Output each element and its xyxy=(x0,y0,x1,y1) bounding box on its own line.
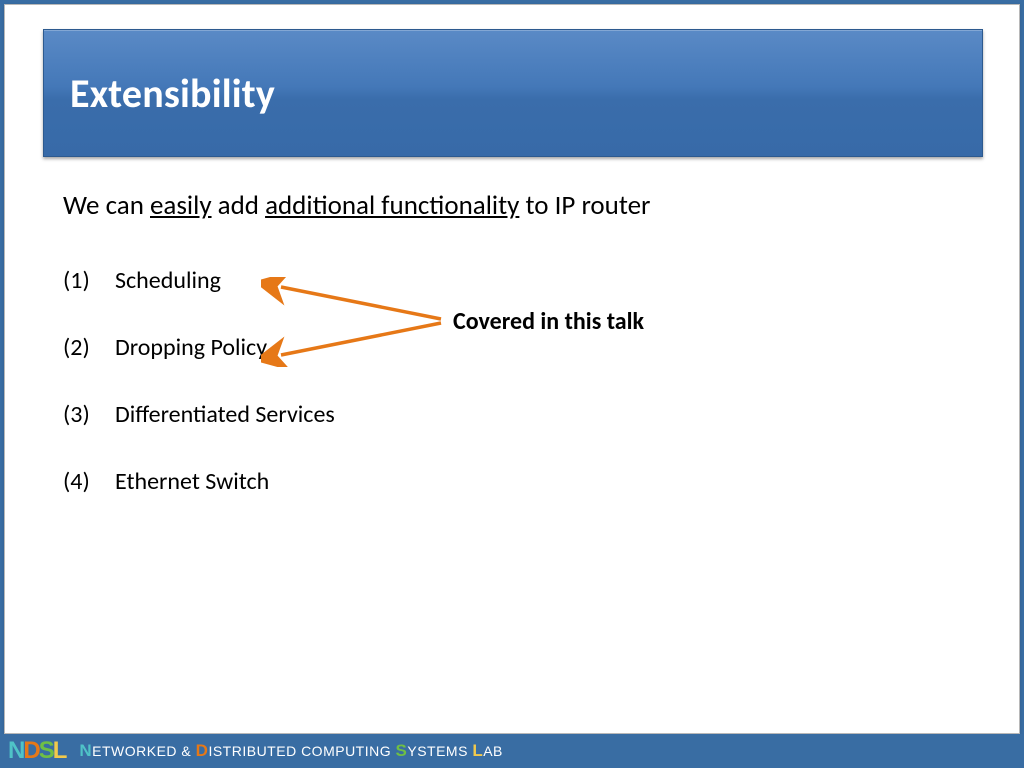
lab-name-initial: S xyxy=(396,741,408,760)
lab-name-initial: N xyxy=(79,741,92,760)
callout-label: Covered in this talk xyxy=(453,307,644,336)
item-text: Dropping Policy xyxy=(115,333,267,362)
item-number: (1) xyxy=(63,266,97,295)
lead-underline-1: easily xyxy=(150,189,212,222)
slide-title: Extensibility xyxy=(70,69,275,118)
lab-name-initial: L xyxy=(472,741,483,760)
item-text: Scheduling xyxy=(115,266,221,295)
lab-name-initial: D xyxy=(196,741,209,760)
logo-letter: N xyxy=(8,739,23,763)
list-item: (4) Ethernet Switch xyxy=(63,467,963,496)
item-number: (4) xyxy=(63,467,97,496)
lab-name-part: ISTRIBUTED COMPUTING xyxy=(208,743,395,759)
ndsl-logo: N D S L xyxy=(8,739,65,763)
item-number: (2) xyxy=(63,333,97,362)
item-number: (3) xyxy=(63,400,97,429)
lab-name-part: AB xyxy=(483,743,503,759)
logo-letter: L xyxy=(53,739,66,763)
title-bar: Extensibility xyxy=(43,29,983,157)
lead-pre: We can xyxy=(63,189,150,222)
lead-underline-2: additional functionality xyxy=(265,189,519,222)
slide: Extensibility We can easily add addition… xyxy=(4,4,1020,734)
lead-sentence: We can easily add additional functionali… xyxy=(63,189,963,222)
list-item: (1) Scheduling xyxy=(63,266,963,295)
lead-mid: add xyxy=(212,189,266,222)
logo-letter: D xyxy=(23,739,38,763)
lab-name-part: & xyxy=(177,743,196,759)
lab-name: NETWORKED & DISTRIBUTED COMPUTING SYSTEM… xyxy=(79,741,503,761)
logo-letter: S xyxy=(39,739,53,763)
list-item: (2) Dropping Policy xyxy=(63,333,963,362)
lab-name-part: YSTEMS xyxy=(407,743,472,759)
list-item: (3) Differentiated Services xyxy=(63,400,963,429)
item-text: Ethernet Switch xyxy=(115,467,269,496)
slide-body: We can easily add additional functionali… xyxy=(63,189,963,534)
item-text: Differentiated Services xyxy=(115,400,335,429)
lab-name-part: ETWORKED xyxy=(92,743,177,759)
footer-bar: N D S L NETWORKED & DISTRIBUTED COMPUTIN… xyxy=(0,734,1024,768)
lead-post: to IP router xyxy=(519,189,650,222)
item-list: (1) Scheduling (2) Dropping Policy (3) D… xyxy=(63,266,963,496)
